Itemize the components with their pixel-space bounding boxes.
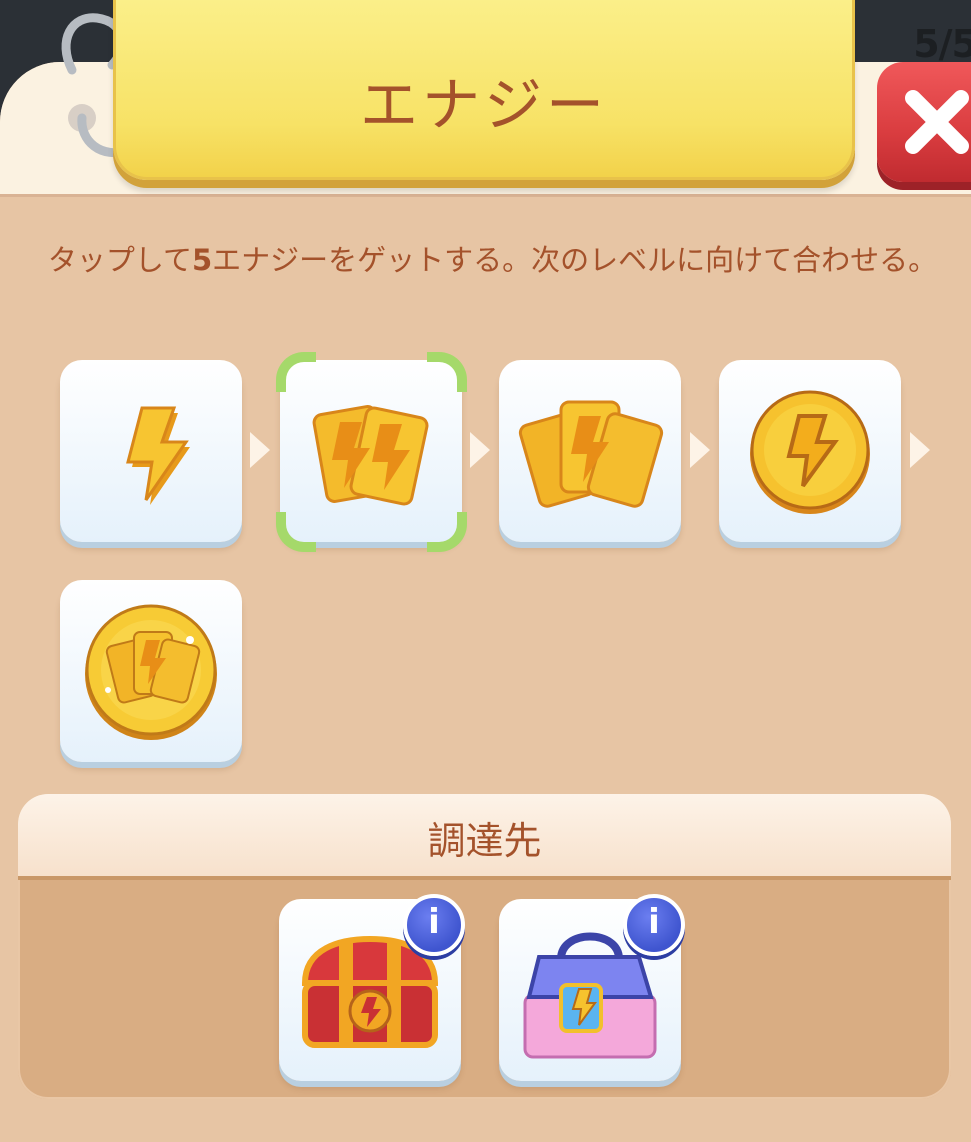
- energy-description: タップして5エナジーをゲットする。次のレベルに向けて合わせる。: [47, 243, 938, 277]
- energy-level-4[interactable]: [719, 360, 901, 542]
- info-button[interactable]: i: [403, 894, 465, 956]
- single-lightning-icon: [126, 406, 190, 505]
- sources-panel: 調達先: [18, 794, 951, 1099]
- sources-header: 調達先: [18, 794, 951, 880]
- triple-lightning-icon: [518, 400, 664, 508]
- info-icon: i: [428, 902, 440, 942]
- next-arrow-icon: [470, 432, 490, 468]
- next-arrow-icon: [690, 432, 710, 468]
- energy-level-1[interactable]: [60, 360, 242, 542]
- lightning-cards-coin-icon: [85, 604, 217, 740]
- info-button[interactable]: i: [623, 894, 685, 956]
- close-icon: [905, 90, 969, 154]
- energy-level-5[interactable]: [60, 580, 242, 762]
- title-banner: エナジー: [113, 0, 855, 180]
- dialog-title: エナジー: [359, 71, 608, 139]
- next-arrow-icon: [250, 432, 270, 468]
- next-arrow-icon: [910, 432, 930, 468]
- info-icon: i: [648, 902, 660, 942]
- energy-counter: 5/5: [913, 22, 971, 66]
- lightning-coin-icon: [750, 390, 870, 514]
- energy-amount: 5: [191, 243, 213, 277]
- energy-level-3[interactable]: [499, 360, 681, 542]
- sources-title: 調達先: [427, 819, 542, 863]
- close-button[interactable]: [877, 62, 971, 182]
